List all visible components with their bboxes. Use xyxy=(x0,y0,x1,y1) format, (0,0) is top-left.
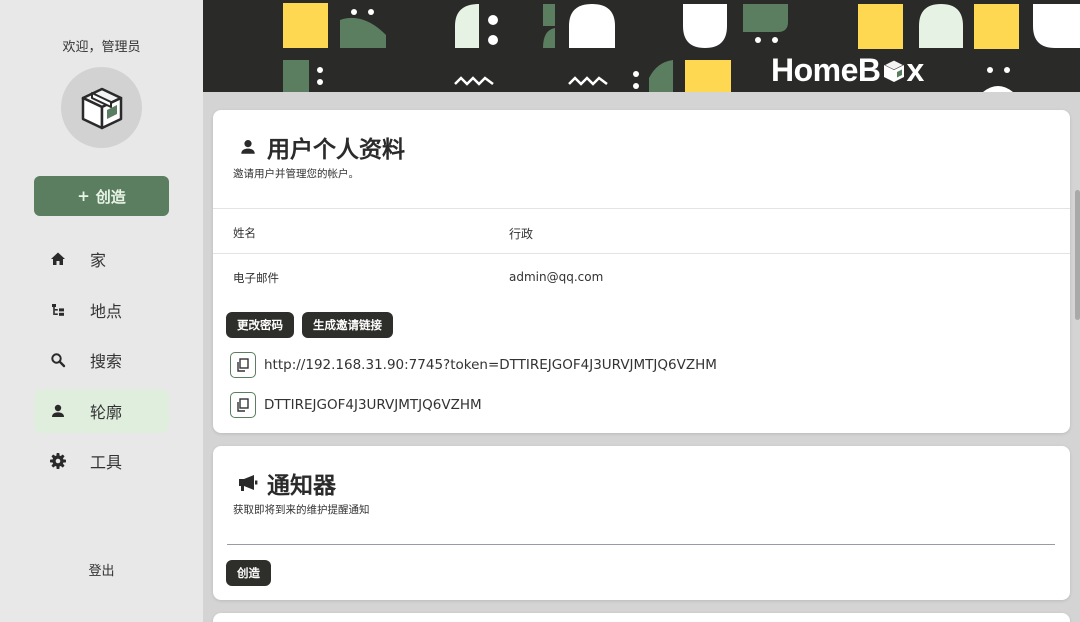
profile-subtitle: 邀请用户并管理您的帐户。 xyxy=(233,168,359,180)
copy-icon xyxy=(237,358,249,372)
search-icon xyxy=(48,350,68,370)
banner-pattern xyxy=(283,3,1080,92)
email-value: admin@qq.com xyxy=(509,270,604,284)
gear-icon xyxy=(48,451,68,471)
brand-logo[interactable]: HomeB x xyxy=(771,52,924,89)
sidebar-item-locations[interactable]: 地点 xyxy=(34,288,169,332)
create-label: 创造 xyxy=(95,187,126,206)
welcome-text: 欢迎，管理员 xyxy=(62,40,141,55)
box-logo-icon xyxy=(882,58,905,82)
logout-link[interactable]: 登出 xyxy=(0,560,203,579)
brand-text: HomeB xyxy=(771,52,881,88)
tree-icon xyxy=(48,300,68,320)
page-scrollbar[interactable] xyxy=(1074,92,1080,622)
invite-token-row: DTTIREJGOF4J3URVJMTJQ6VZHM xyxy=(230,392,482,418)
main-content: 用户个人资料 邀请用户并管理您的帐户。 姓名 行政 电子邮件 admin@qq.… xyxy=(203,92,1080,622)
brand-text-end: x xyxy=(906,52,925,88)
megaphone-icon xyxy=(237,472,259,494)
notifier-subtitle: 获取即将到来的维护提醒通知 xyxy=(233,504,370,516)
person-icon xyxy=(48,401,68,421)
notifier-divider xyxy=(227,544,1055,545)
change-password-button[interactable]: 更改密码 xyxy=(226,312,294,338)
sidebar: 欢迎，管理员 + 创造 家 地点 搜索 轮廓 工具 登出 xyxy=(0,0,203,622)
profile-card: 用户个人资料 邀请用户并管理您的帐户。 姓名 行政 电子邮件 admin@qq.… xyxy=(213,110,1070,433)
copy-icon xyxy=(237,398,249,412)
avatar[interactable] xyxy=(61,67,142,148)
name-label: 姓名 xyxy=(233,226,256,240)
sidebar-nav: 家 地点 搜索 轮廓 工具 xyxy=(34,237,169,490)
sidebar-item-profile[interactable]: 轮廓 xyxy=(34,388,169,433)
copy-token-button[interactable] xyxy=(230,392,256,418)
sidebar-item-label: 家 xyxy=(90,251,107,270)
invite-url: http://192.168.31.90:7745?token=DTTIREJG… xyxy=(264,357,717,373)
sidebar-item-label: 工具 xyxy=(90,453,123,473)
profile-title: 用户个人资料 xyxy=(237,130,405,164)
email-label: 电子邮件 xyxy=(233,271,279,285)
copy-url-button[interactable] xyxy=(230,352,256,378)
person-icon xyxy=(237,136,259,158)
sidebar-item-search[interactable]: 搜索 xyxy=(34,338,169,382)
home-icon xyxy=(48,249,68,269)
invite-url-row: http://192.168.31.90:7745?token=DTTIREJG… xyxy=(230,352,717,378)
name-row: 姓名 行政 xyxy=(213,208,1070,252)
invite-token: DTTIREJGOF4J3URVJMTJQ6VZHM xyxy=(264,397,482,413)
email-row: 电子邮件 admin@qq.com xyxy=(213,253,1070,297)
sidebar-create-button[interactable]: + 创造 xyxy=(34,176,169,216)
notifier-card: 通知器 获取即将到来的维护提醒通知 创造 xyxy=(213,446,1070,600)
generate-invite-button[interactable]: 生成邀请链接 xyxy=(302,312,393,338)
notifier-title-text: 通知器 xyxy=(267,473,336,499)
scrollbar-thumb[interactable] xyxy=(1075,190,1080,320)
sidebar-item-label: 轮廓 xyxy=(90,402,123,422)
name-value: 行政 xyxy=(509,227,534,241)
header-banner: HomeB x xyxy=(203,0,1080,92)
plus-icon: + xyxy=(77,187,90,205)
sidebar-item-label: 地点 xyxy=(90,301,123,321)
next-card xyxy=(213,613,1070,622)
notifier-title: 通知器 xyxy=(237,466,336,500)
profile-title-text: 用户个人资料 xyxy=(267,137,405,163)
sidebar-item-label: 搜索 xyxy=(90,352,123,372)
sidebar-item-home[interactable]: 家 xyxy=(34,237,169,281)
box-logo-icon xyxy=(81,87,122,129)
notifier-create-button[interactable]: 创造 xyxy=(226,560,271,586)
sidebar-item-tools[interactable]: 工具 xyxy=(34,439,169,483)
